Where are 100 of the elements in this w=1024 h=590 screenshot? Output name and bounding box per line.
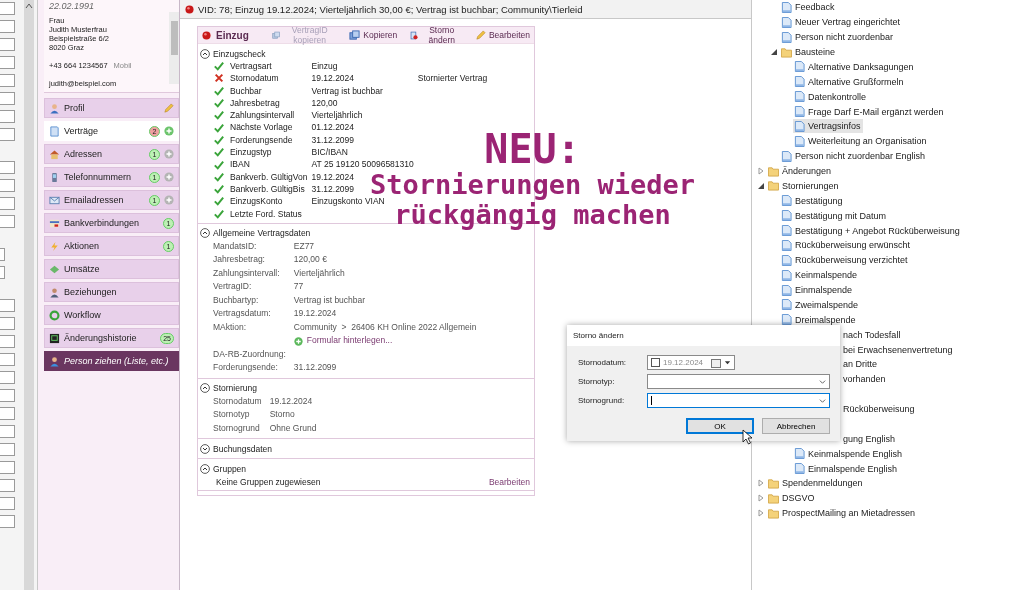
scrollbar[interactable]: [169, 12, 179, 84]
dropdown-caret-icon[interactable]: [724, 359, 731, 366]
tree-item[interactable]: Alternative Grußformeln: [793, 74, 906, 89]
collapse-arrow-icon[interactable]: [770, 48, 778, 57]
section-title[interactable]: Stornierung: [213, 383, 257, 394]
dropdown-field[interactable]: [647, 393, 830, 408]
tree-item[interactable]: Keinmalspende: [780, 268, 860, 283]
toolbar-button[interactable]: Bearbeiten: [470, 29, 534, 41]
checkbox[interactable]: [651, 358, 660, 367]
expand-arrow-icon[interactable]: [757, 494, 765, 503]
collapse-icon[interactable]: [200, 228, 210, 239]
text-field[interactable]: [0, 353, 15, 366]
toolbar-button[interactable]: Storno ändern: [406, 25, 466, 45]
text-field[interactable]: [0, 110, 15, 123]
section-title[interactable]: Buchungsdaten: [213, 443, 273, 454]
add-icon[interactable]: [164, 195, 174, 205]
tree-item-text[interactable]: vorhanden: [843, 374, 886, 385]
add-icon[interactable]: [164, 149, 174, 159]
pencil-icon[interactable]: [163, 102, 174, 114]
section-title[interactable]: Gruppen: [213, 463, 247, 474]
tree-item[interactable]: Einmalspende English: [793, 461, 900, 476]
text-field[interactable]: [0, 20, 15, 33]
nav-item[interactable]: Umsätze: [44, 259, 179, 279]
text-field[interactable]: [0, 179, 15, 192]
tree-folder[interactable]: DSGVO: [767, 491, 817, 506]
text-field[interactable]: [0, 479, 15, 492]
tree-item[interactable]: Person nicht zuordenbar: [780, 30, 896, 45]
text-field[interactable]: [0, 389, 15, 402]
text-field[interactable]: [0, 443, 15, 456]
text-field[interactable]: [0, 515, 15, 528]
expand-arrow-icon[interactable]: [757, 167, 765, 176]
tree-item-text[interactable]: Rücküberweisung: [843, 404, 915, 415]
nav-item[interactable]: Profil: [44, 98, 179, 118]
text-field[interactable]: [0, 197, 15, 210]
tree-folder[interactable]: ProspectMailing an Mietadressen: [767, 506, 918, 521]
tree-item[interactable]: Bestätigung + Angebot Rücküberweisung: [780, 223, 962, 238]
text-field[interactable]: [0, 266, 5, 279]
dialog-button[interactable]: OK: [686, 418, 754, 434]
tree-folder[interactable]: Bausteine: [780, 45, 838, 60]
toolbar-button[interactable]: Kopieren: [345, 29, 402, 41]
text-field[interactable]: [0, 38, 15, 51]
tree-item[interactable]: Bestätigung: [780, 193, 845, 208]
date-picker[interactable]: 19.12.2024: [647, 355, 735, 370]
edit-link[interactable]: Bearbeiten: [488, 477, 530, 488]
text-field[interactable]: [0, 497, 15, 510]
text-field[interactable]: [0, 461, 15, 474]
form-link[interactable]: Formular hinterlegen...: [293, 334, 534, 348]
section-title[interactable]: Allgemeine Vertragsdaten: [213, 228, 311, 239]
tree-folder[interactable]: Stornierungen: [767, 178, 841, 193]
tree-item[interactable]: Person nicht zuordenbar English: [780, 149, 928, 164]
collapse-arrow-icon[interactable]: [757, 181, 765, 190]
add-icon[interactable]: [164, 126, 174, 136]
text-field[interactable]: [0, 74, 15, 87]
tree-item-text[interactable]: nach Todesfall: [843, 329, 901, 340]
tree-item[interactable]: Neuer Vertrag eingerichtet: [780, 15, 903, 30]
text-field[interactable]: [0, 161, 15, 174]
tree-item[interactable]: Zweimalspende: [780, 297, 861, 312]
expand-arrow-icon[interactable]: [757, 479, 765, 488]
collapse-icon[interactable]: [200, 48, 210, 59]
scrollbar[interactable]: [24, 0, 34, 590]
text-field[interactable]: [0, 317, 15, 330]
text-field[interactable]: [0, 371, 15, 384]
tree-item[interactable]: Vertragsinfos: [793, 119, 863, 134]
tree-folder[interactable]: Spendenmeldungen: [767, 476, 865, 491]
scroll-up-icon[interactable]: [25, 2, 33, 10]
nav-item[interactable]: Workflow: [44, 305, 179, 325]
tree-item[interactable]: Dreimalspende: [780, 312, 858, 327]
text-field[interactable]: [0, 2, 15, 15]
tree-item[interactable]: Frage Darf E-Mail ergänzt werden: [793, 104, 946, 119]
section-title[interactable]: Einzugscheck: [213, 48, 266, 59]
nav-item[interactable]: Beziehungen: [44, 282, 179, 302]
tree-item-text[interactable]: an Dritte: [843, 359, 877, 370]
tree-item[interactable]: Datenkontrolle: [793, 89, 869, 104]
text-field[interactable]: [0, 56, 15, 69]
tree-folder[interactable]: Änderungen: [767, 164, 834, 179]
text-field[interactable]: [0, 215, 15, 228]
tree-item-text[interactable]: bei Erwachsenenvertretung: [843, 344, 953, 355]
text-field[interactable]: [0, 425, 15, 438]
collapse-icon[interactable]: [200, 463, 210, 474]
text-field[interactable]: [0, 248, 5, 261]
tree-item[interactable]: Rücküberweisung verzichtet: [780, 253, 910, 268]
tree-item[interactable]: Weiterleitung an Organisation: [793, 134, 929, 149]
text-field[interactable]: [0, 92, 15, 105]
tree-item[interactable]: Bestätigung mit Datum: [780, 208, 889, 223]
dropdown-field[interactable]: [647, 374, 830, 389]
tree-item[interactable]: Keinmalspende English: [793, 446, 905, 461]
tree-item[interactable]: Feedback: [780, 0, 837, 15]
dialog-button[interactable]: Abbrechen: [762, 418, 830, 434]
tree-item-text[interactable]: gung English: [843, 433, 896, 444]
tree-item[interactable]: Alternative Danksagungen: [793, 59, 916, 74]
action-button[interactable]: Person ziehen (Liste, etc.): [44, 351, 179, 371]
text-field[interactable]: [0, 299, 15, 312]
tree-item[interactable]: Einmalspende: [780, 283, 855, 298]
tree-item[interactable]: Rücküberweisung erwünscht: [780, 238, 913, 253]
collapse-icon[interactable]: [200, 383, 210, 394]
text-field[interactable]: [0, 335, 15, 348]
calendar-icon[interactable]: [711, 357, 721, 368]
expand-arrow-icon[interactable]: [757, 509, 765, 518]
text-field[interactable]: [0, 128, 15, 141]
expand-icon[interactable]: [200, 443, 210, 454]
